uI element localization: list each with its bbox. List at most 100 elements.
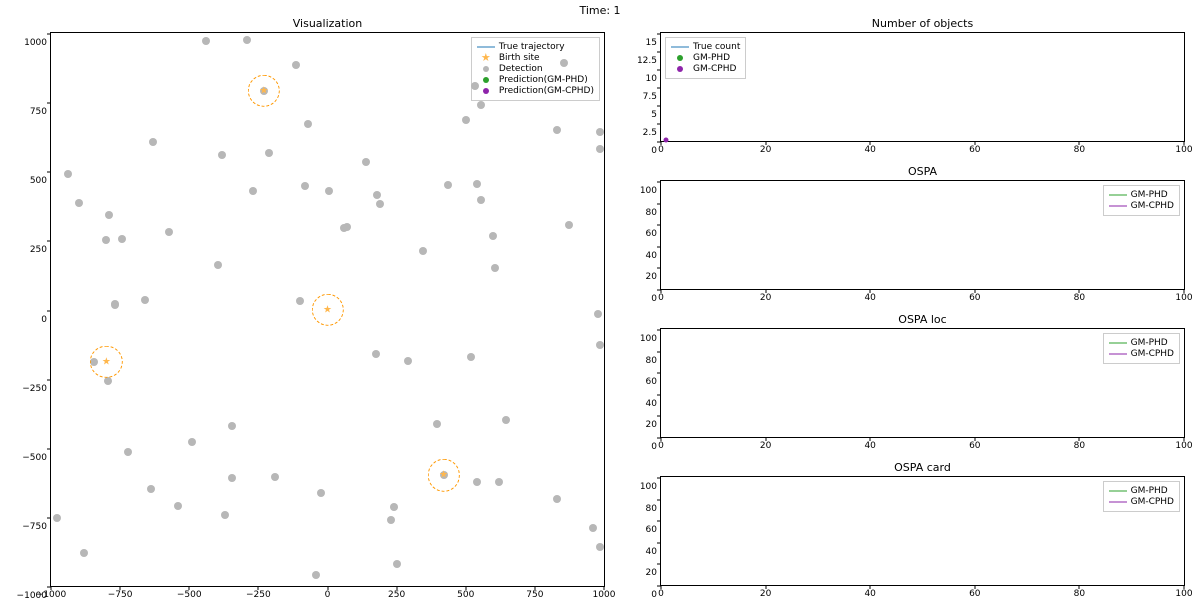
legend: True countGM-PHDGM-CPHD [665,37,746,79]
x-tick-label: 100 [1175,145,1192,155]
detection-point [495,478,503,486]
detection-point [292,61,300,69]
x-tick-label: 20 [760,589,771,599]
detection-point [419,247,427,255]
detection-point [317,489,325,497]
detection-point [372,350,380,358]
detection-point [221,511,229,519]
legend-entry: GM-CPHD [1109,497,1174,507]
data-point [664,137,669,142]
legend-label: GM-CPHD [1131,201,1174,211]
y-tick-label: 12.5 [637,56,657,66]
detection-point [202,37,210,45]
y-tick-label: 0 [651,590,657,600]
x-tick-label: 100 [1175,441,1192,451]
detection-point [433,420,441,428]
detection-point [118,235,126,243]
detection-point [491,264,499,272]
detection-point [553,126,561,134]
x-tick-label: −250 [246,590,271,600]
y-tick-label: −750 [22,522,47,532]
detection-point [373,191,381,199]
legend-entry: Prediction(GM-PHD) [477,75,594,85]
y-tick-label: 0 [651,146,657,156]
x-tick-label: 60 [969,441,980,451]
ospa-card-axes: OSPA card 020406080100020406080100GM-PHD… [660,476,1185,586]
detection-point [218,151,226,159]
detection-point [477,101,485,109]
y-tick-label: 40 [646,547,657,557]
y-tick-label: 750 [30,107,47,117]
y-tick-label: 40 [646,399,657,409]
detection-point [271,473,279,481]
detection-point [565,221,573,229]
detection-point [104,377,112,385]
visualization-legend: True trajectory★Birth siteDetectionPredi… [471,37,600,101]
y-tick-label: 100 [640,186,657,196]
detection-point [53,514,61,522]
detection-point [596,543,604,551]
legend-label: Birth site [499,53,540,63]
x-tick-label: 500 [457,590,474,600]
detection-point [301,182,309,190]
detection-point [462,116,470,124]
y-tick-label: 2.5 [643,128,657,138]
legend-entry: ★Birth site [477,53,594,63]
detection-point [589,524,597,532]
legend-label: Prediction(GM-PHD) [499,75,588,85]
detection-point [387,516,395,524]
y-tick-label: −250 [22,384,47,394]
detection-point [228,474,236,482]
y-tick-label: 5 [651,110,657,120]
y-tick-label: 40 [646,251,657,261]
x-tick-label: 60 [969,589,980,599]
legend-entry: GM-PHD [671,53,740,63]
x-tick-label: 80 [1074,293,1085,303]
detection-point [265,149,273,157]
y-tick-label: 80 [646,504,657,514]
x-tick-label: 250 [388,590,405,600]
legend: GM-PHDGM-CPHD [1103,481,1180,512]
detection-point [80,549,88,557]
detection-point [596,128,604,136]
x-tick-label: 20 [760,293,771,303]
x-tick-label: −500 [177,590,202,600]
x-tick-label: 60 [969,145,980,155]
y-tick-label: 60 [646,229,657,239]
detection-point [596,145,604,153]
y-tick-label: 0 [41,315,47,325]
detection-point [102,236,110,244]
y-tick-label: 60 [646,377,657,387]
y-tick-label: 500 [30,176,47,186]
x-tick-label: 0 [658,145,664,155]
legend-label: Detection [499,64,543,74]
legend-entry: True trajectory [477,42,594,52]
figure: Time: 1 Visualization True trajectory★Bi… [0,0,1200,600]
x-tick-label: 20 [760,145,771,155]
legend-entry: GM-PHD [1109,190,1174,200]
detection-point [214,261,222,269]
legend-label: GM-CPHD [1131,497,1174,507]
detection-point [553,495,561,503]
x-tick-label: 750 [526,590,543,600]
birth-site-star-icon: ★ [323,304,332,315]
x-tick-label: 100 [1175,589,1192,599]
legend-entry: GM-PHD [1109,338,1174,348]
y-tick-label: 250 [30,245,47,255]
detection-point [188,438,196,446]
y-tick-label: 0 [651,294,657,304]
legend-entry: GM-PHD [1109,486,1174,496]
numobjects-axes: Number of objects 02040608010002.557.510… [660,32,1185,142]
x-tick-label: 1000 [593,590,616,600]
x-tick-label: 100 [1175,293,1192,303]
detection-point [489,232,497,240]
detection-point [594,310,602,318]
legend-entry: Prediction(GM-CPHD) [477,86,594,96]
x-tick-label: 40 [864,441,875,451]
detection-point [312,571,320,579]
detection-point [477,196,485,204]
x-tick-label: 0 [658,441,664,451]
y-tick-label: 80 [646,356,657,366]
x-tick-label: 40 [864,145,875,155]
detection-point [243,36,251,44]
